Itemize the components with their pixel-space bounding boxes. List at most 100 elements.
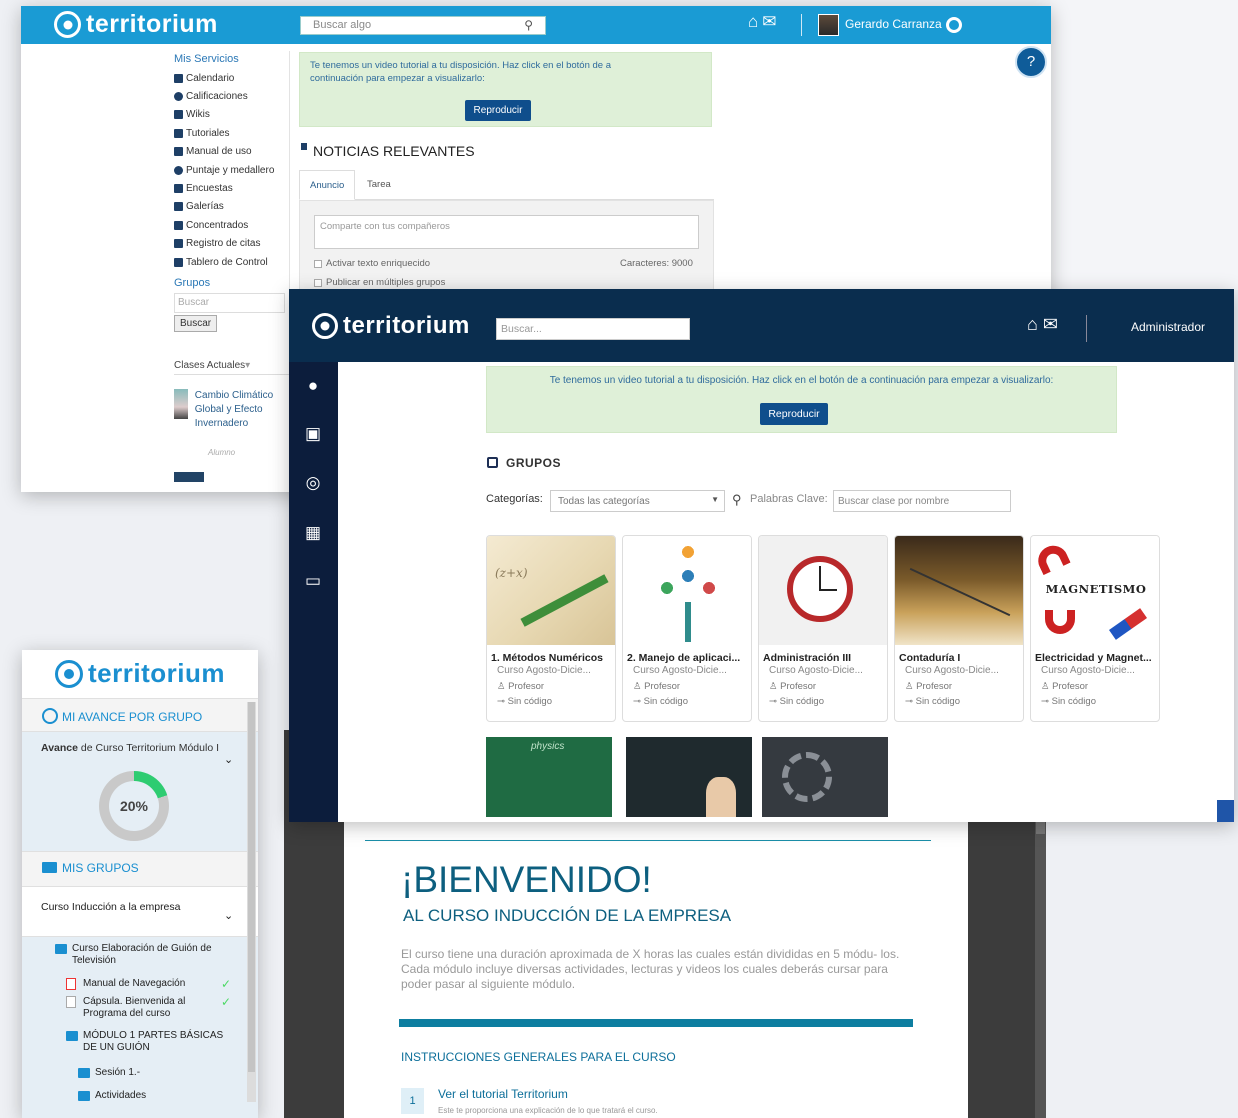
user-name[interactable]: Administrador xyxy=(1131,320,1205,334)
group-card[interactable]: Contaduría I Curso Agosto-Dicie... ♙ Pro… xyxy=(894,535,1024,722)
tree-file[interactable]: Cápsula. Bienvenida al Programa del curs… xyxy=(66,996,196,1020)
mail-icon[interactable]: ✉ xyxy=(762,12,780,31)
trophy-icon xyxy=(174,165,183,175)
tree-folder[interactable]: MÓDULO 1 PARTES BÁSICAS DE UN GUIÓN xyxy=(66,1030,226,1054)
categories-select[interactable]: Todas las categorías ▼ xyxy=(550,490,725,512)
notebook-icon xyxy=(174,239,183,249)
tree-file[interactable]: Manual de Navegación xyxy=(66,978,185,990)
group-card[interactable]: 2. Manejo de aplicaci... Curso Agosto-Di… xyxy=(622,535,752,722)
groups-search-input[interactable]: Buscar xyxy=(174,293,285,314)
tree-folder[interactable]: Sesión 1.- xyxy=(78,1067,140,1079)
step-title[interactable]: Ver el tutorial Territorium xyxy=(438,1087,568,1101)
course-item[interactable]: Cambio Climático Global y Efecto Inverna… xyxy=(174,389,289,430)
top-bar: territorium Buscar... ⌂✉ Administrador xyxy=(289,289,1234,362)
card-code: ⊸ Sin código xyxy=(905,696,960,707)
tree-folder[interactable]: Curso Elaboración de Guión de Televisión xyxy=(55,943,225,967)
check-icon: ✓ xyxy=(221,995,232,1009)
sidebar-item-galerias[interactable]: Galerías xyxy=(174,198,289,216)
sidebar-item-tutoriales[interactable]: Tutoriales xyxy=(174,124,289,142)
checkbox[interactable] xyxy=(314,259,322,268)
card-role: ♙ Profesor xyxy=(1041,681,1089,692)
folder-icon xyxy=(42,862,57,873)
group-card-image[interactable] xyxy=(762,737,888,817)
caret-down-icon: ▼ xyxy=(711,495,719,504)
brand-logo[interactable]: territorium xyxy=(54,10,218,39)
tab-anuncio[interactable]: Anuncio xyxy=(299,170,356,200)
gauge-icon xyxy=(42,708,58,724)
groups-icon[interactable]: ▣ xyxy=(303,424,323,444)
home-icon[interactable]: ⌂ xyxy=(748,12,762,31)
group-card[interactable]: Administración III Curso Agosto-Dicie...… xyxy=(758,535,888,722)
folder-icon xyxy=(55,944,67,954)
progress-window: territorium MI AVANCE POR GRUPO Avance d… xyxy=(22,650,258,1118)
groups-search-button[interactable]: Buscar xyxy=(174,315,218,333)
key-icon: ⊸ xyxy=(769,696,777,707)
sidebar-item-calificaciones[interactable]: Calificaciones xyxy=(174,87,289,105)
brand-logo[interactable]: territorium xyxy=(312,312,470,340)
dashboard-icon xyxy=(174,257,183,267)
groups-window: territorium Buscar... ⌂✉ Administrador ●… xyxy=(289,289,1234,822)
checkbox[interactable] xyxy=(314,278,322,287)
group-card[interactable]: MAGNETISMO Electricidad y Magnet... Curs… xyxy=(1030,535,1160,722)
tree-folder[interactable]: Actividades xyxy=(78,1090,146,1102)
tutorial-text: Te tenemos un video tutorial a tu dispos… xyxy=(310,60,612,84)
group-card-image[interactable] xyxy=(626,737,752,817)
card-subtitle: Curso Agosto-Dicie... xyxy=(497,665,591,676)
sidebar-item-registro[interactable]: Registro de citas xyxy=(174,235,289,253)
tab-tarea[interactable]: Tarea xyxy=(357,170,401,200)
post-panel: Comparte con tus compañeros Activar text… xyxy=(299,200,714,300)
help-button[interactable]: ? xyxy=(1015,46,1047,78)
scrollbar[interactable] xyxy=(1035,816,1046,1118)
sidebar-item-concentrados[interactable]: Concentrados xyxy=(174,216,289,234)
classes-title[interactable]: Clases Actuales▾ xyxy=(174,360,289,376)
user-name[interactable]: Gerardo Carranza xyxy=(845,17,942,31)
user-icon[interactable]: ● xyxy=(303,376,323,396)
brand-logo[interactable]: territorium xyxy=(55,658,225,689)
avatar[interactable] xyxy=(818,14,839,36)
calendar-icon[interactable]: ▦ xyxy=(303,523,323,543)
sidebar-item-calendario[interactable]: Calendario xyxy=(174,69,289,87)
inbox-icon[interactable]: ▭ xyxy=(303,571,323,591)
card-subtitle: Curso Agosto-Dicie... xyxy=(769,665,863,676)
course-title[interactable]: Cambio Climático Global y Efecto Inverna… xyxy=(195,389,289,430)
sidebar-item-encuestas[interactable]: Encuestas xyxy=(174,179,289,197)
mail-icon[interactable]: ✉ xyxy=(1043,314,1063,334)
key-icon: ⊸ xyxy=(633,696,641,707)
group-card-image[interactable]: physics xyxy=(486,737,612,817)
chevron-down-icon[interactable]: ⌄ xyxy=(224,909,233,922)
search-input[interactable]: Buscar... xyxy=(496,318,690,340)
eye-icon[interactable] xyxy=(946,17,962,33)
share-textarea[interactable]: Comparte con tus compañeros xyxy=(314,215,699,249)
keywords-input[interactable]: Buscar clase por nombre xyxy=(833,490,1011,512)
user-icon: ♙ xyxy=(769,681,778,692)
key-icon: ⊸ xyxy=(1041,696,1049,707)
home-icon[interactable]: ⌂ xyxy=(1027,314,1043,334)
card-title: 2. Manejo de aplicaci... xyxy=(627,652,741,664)
group-card[interactable]: (z+x) 1. Métodos Numéricos Curso Agosto-… xyxy=(486,535,616,722)
multi-groups-checkbox[interactable]: Publicar en múltiples grupos xyxy=(314,277,445,288)
check-circle-icon[interactable]: ◎ xyxy=(303,473,323,493)
card-title: Contaduría I xyxy=(899,652,961,664)
play-button[interactable]: Reproducir xyxy=(760,403,828,425)
sidebar-item-manual[interactable]: Manual de uso xyxy=(174,143,289,161)
card-subtitle: Curso Agosto-Dicie... xyxy=(633,665,727,676)
card-role: ♙ Profesor xyxy=(905,681,953,692)
search-input[interactable]: Buscar algo ⚲ xyxy=(300,16,546,35)
groups-header[interactable]: MIS GRUPOS xyxy=(22,851,258,887)
sidebar-item-puntaje[interactable]: Puntaje y medallero xyxy=(174,161,289,179)
search-icon[interactable]: ⚲ xyxy=(524,18,533,32)
progress-header[interactable]: MI AVANCE POR GRUPO xyxy=(22,698,258,732)
group-item[interactable]: Curso Inducción a la empresa ⌄ xyxy=(22,887,258,937)
folder-icon xyxy=(78,1068,90,1078)
chevron-down-icon[interactable]: ⌄ xyxy=(224,753,233,766)
scrollbar[interactable] xyxy=(247,702,256,1102)
card-title: 1. Métodos Numéricos xyxy=(491,652,604,664)
folder-icon xyxy=(66,1031,78,1041)
scrollbar-thumb[interactable] xyxy=(248,702,255,1072)
user-icon: ♙ xyxy=(1041,681,1050,692)
sidebar-item-wikis[interactable]: Wikis xyxy=(174,106,289,124)
play-button[interactable]: Reproducir xyxy=(465,100,531,121)
sidebar-item-tablero[interactable]: Tablero de Control xyxy=(174,253,289,271)
rich-text-checkbox[interactable]: Activar texto enriquecido xyxy=(314,258,430,269)
list-icon xyxy=(174,184,183,194)
